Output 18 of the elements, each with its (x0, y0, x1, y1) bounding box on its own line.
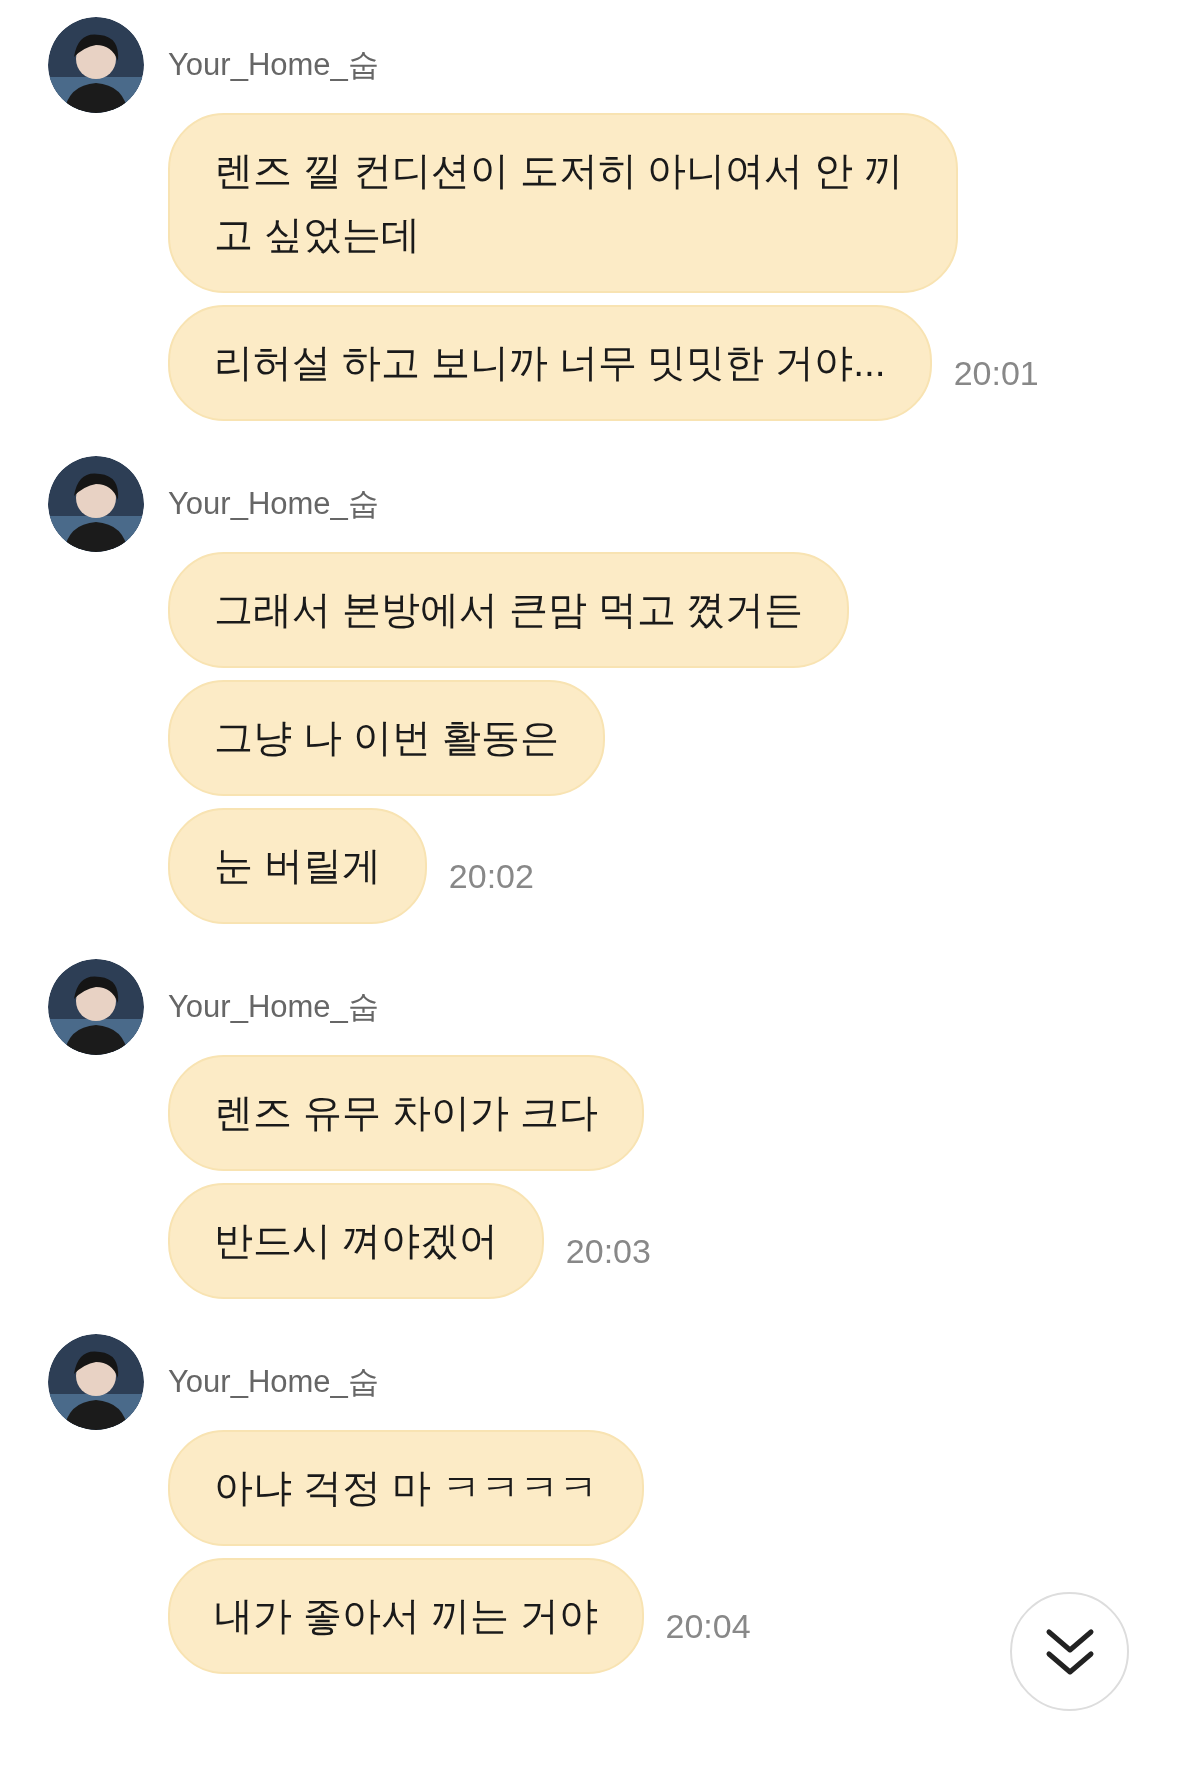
message-bubble: 그냥 나 이번 활동은 (168, 680, 605, 796)
sender-name: Your_Home_숩 (168, 45, 379, 84)
message-time: 20:02 (448, 856, 534, 897)
sender-name: Your_Home_숩 (168, 484, 379, 523)
message-bubble: 내가 좋아서 끼는 거야 (168, 1558, 644, 1674)
message-time: 20:01 (953, 353, 1039, 394)
double-chevron-down-icon (1044, 1627, 1095, 1676)
message-bubble: 렌즈 낄 컨디션이 도저히 아니여서 안 끼고 싶었는데 (168, 113, 958, 293)
message-bubble: 리허설 하고 보니까 너무 밋밋한 거야... (168, 305, 932, 421)
message-bubble: 그래서 본방에서 큰맘 먹고 꼈거든 (168, 552, 850, 668)
message-bubble: 반드시 껴야겠어 (168, 1183, 544, 1299)
message-time: 20:03 (565, 1231, 651, 1272)
sender-name: Your_Home_숩 (168, 1362, 379, 1401)
sender-name: Your_Home_숩 (168, 987, 379, 1026)
message-time: 20:04 (665, 1606, 751, 1647)
message-bubble: 렌즈 유무 차이가 크다 (168, 1055, 644, 1171)
message-bubble: 눈 버릴게 (168, 808, 427, 924)
message-bubble: 아냐 걱정 마 ㅋㅋㅋㅋ (168, 1430, 644, 1546)
